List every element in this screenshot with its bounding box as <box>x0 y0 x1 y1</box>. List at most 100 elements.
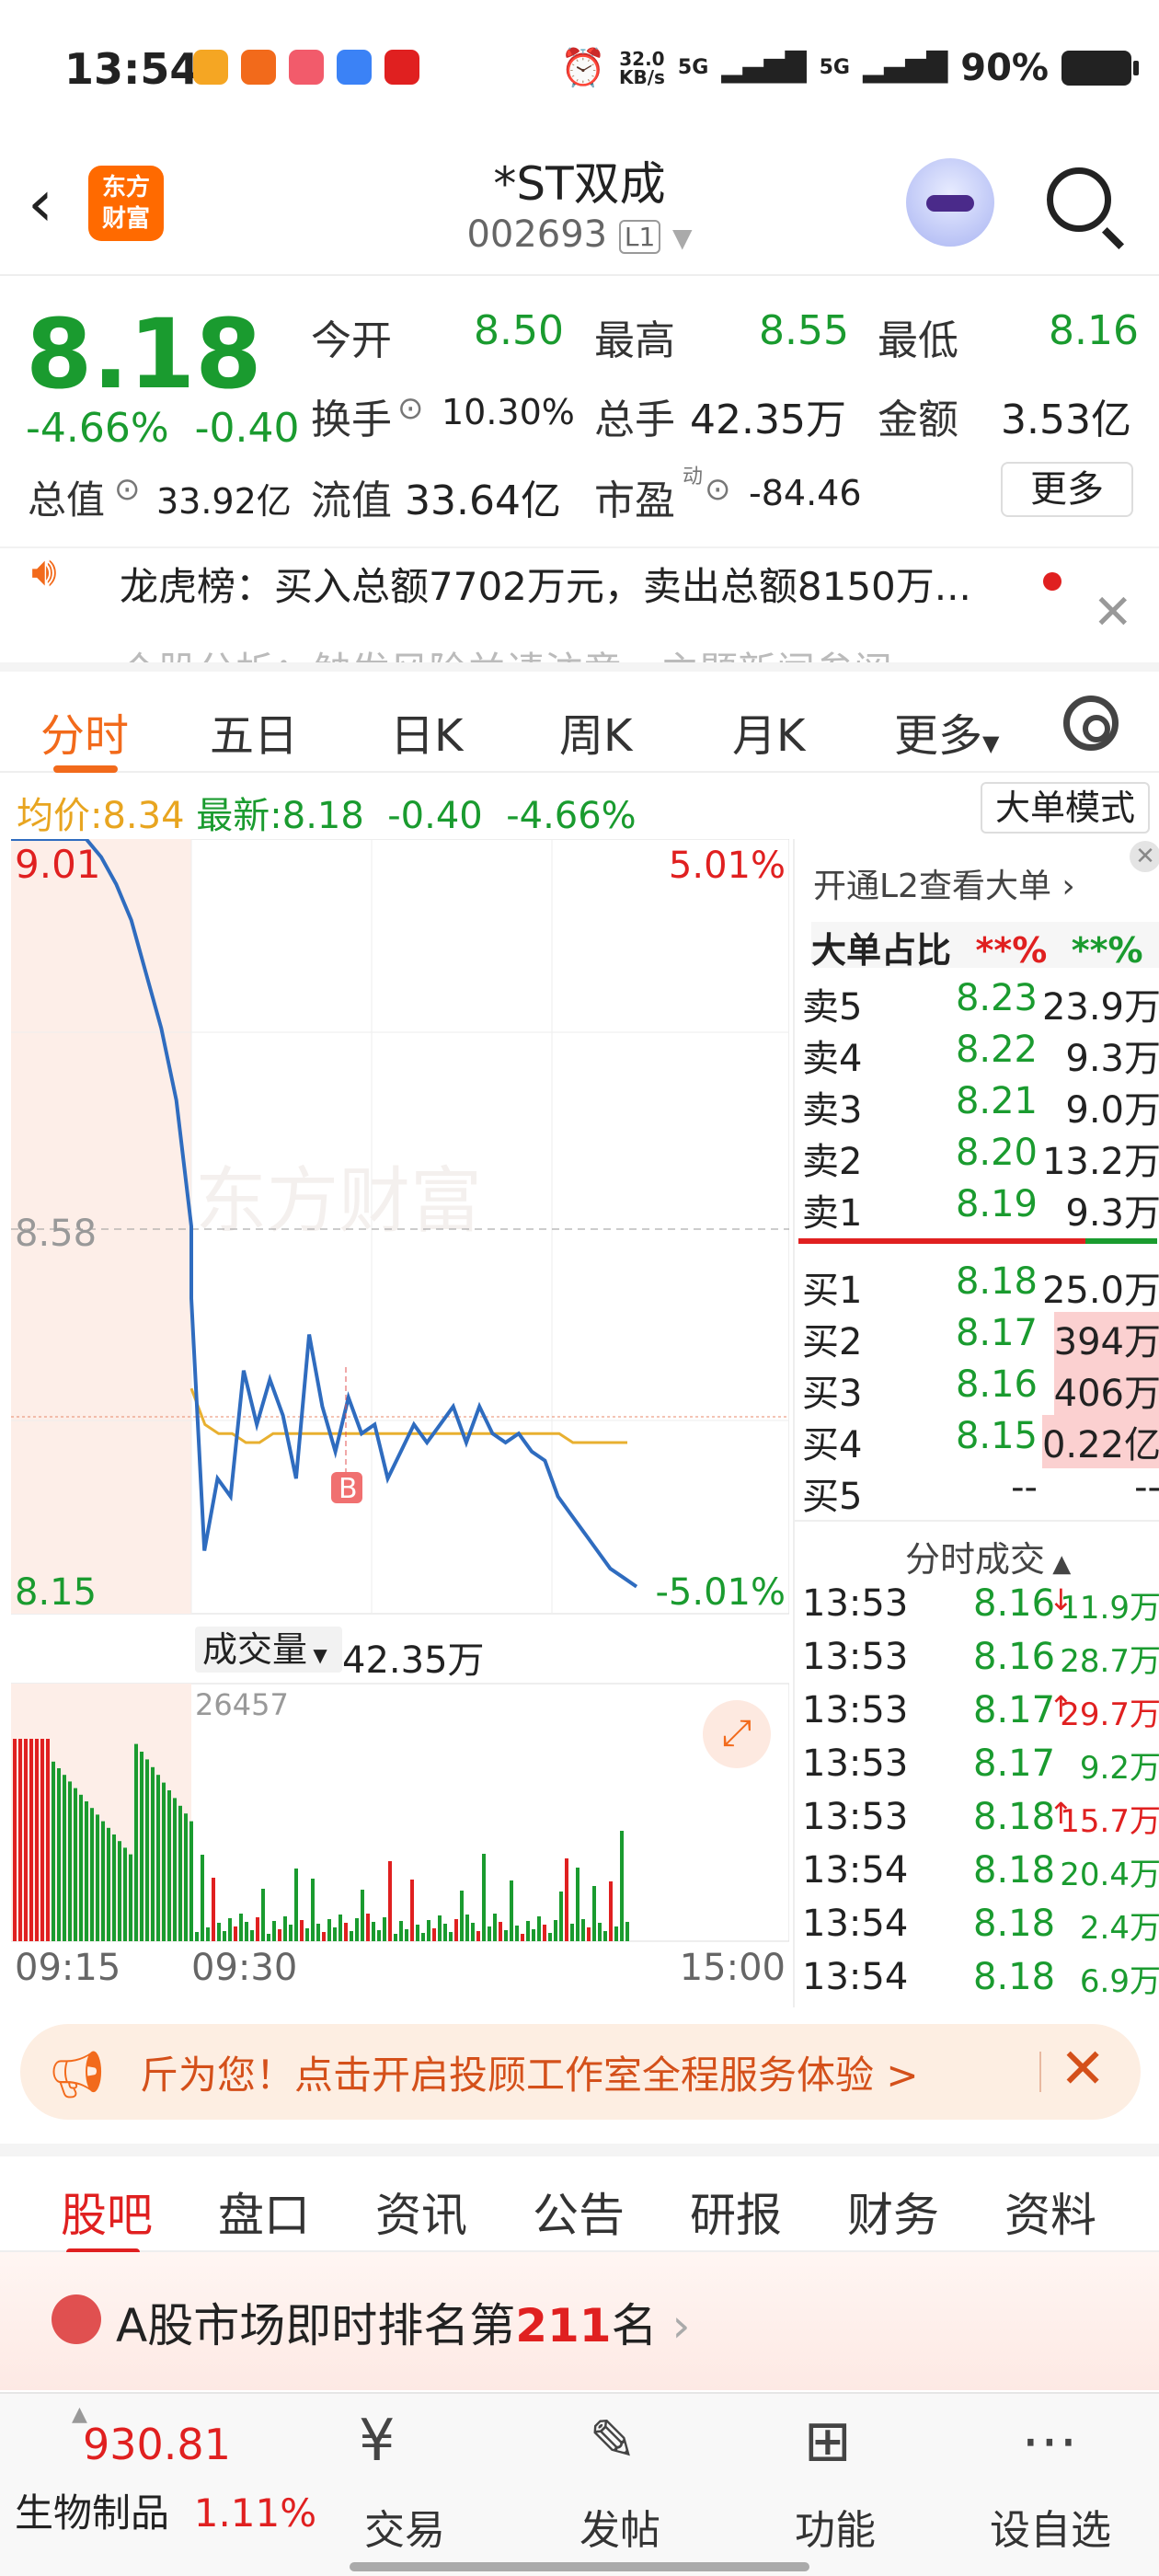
volume-bar <box>228 1918 232 1941</box>
ask-row[interactable]: 卖3 8.21 9.0万 <box>802 1080 1159 1132</box>
y-mid-label: 8.58 <box>15 1213 97 1255</box>
tab-more[interactable]: 更多▼ <box>894 699 999 764</box>
low-label: 最低 <box>878 317 958 364</box>
more-button[interactable]: 更多 <box>1001 462 1133 517</box>
volume-bar <box>344 1923 348 1941</box>
info-icon[interactable]: ⊙ <box>705 471 731 508</box>
pe-label: 市盈 <box>594 477 675 524</box>
info-icon[interactable]: ⊙ <box>114 471 141 508</box>
nav-post[interactable]: 发帖 <box>528 2497 712 2556</box>
bid-label: 买1 <box>802 1270 863 1312</box>
mktcap-value: 33.92亿 <box>156 481 292 522</box>
home-indicator[interactable] <box>350 2562 809 2571</box>
volume-bar <box>548 1933 552 1941</box>
volume-bar <box>438 1915 442 1941</box>
tab-news[interactable]: 资讯 <box>375 2179 467 2245</box>
volume-bar <box>592 1886 596 1941</box>
volume-bar <box>35 1739 39 1941</box>
volume-bar <box>499 1922 502 1941</box>
volume-bar <box>250 1930 254 1941</box>
news-ticker[interactable]: 🔊︎ 龙虎榜：买入总额7702万元，卖出总额8150万... ✕ 个股分析：触发… <box>0 546 1159 662</box>
nav-function[interactable]: 功能 <box>743 2497 927 2556</box>
nav-trade[interactable]: 交易 <box>313 2497 497 2556</box>
tab-five-day[interactable]: 五日 <box>210 699 298 764</box>
expand-icon[interactable]: ⤢ <box>703 1700 771 1768</box>
volume-bar <box>570 1924 574 1941</box>
ask-label: 卖1 <box>802 1192 863 1235</box>
bid-row[interactable]: 买1 8.18 25.0万 <box>802 1260 1159 1312</box>
bid-price: -- <box>1011 1466 1038 1509</box>
quote-panel: 8.18 -4.66% -0.40 今开 8.50 最高 8.55 最低 8.1… <box>0 278 1159 545</box>
tick-price: 8.16 <box>973 1582 1056 1625</box>
rank-text[interactable]: A股市场即时排名第211名 › <box>116 2289 690 2355</box>
tab-daily-k[interactable]: 日K <box>390 699 463 764</box>
tab-monthly-k[interactable]: 月K <box>732 699 805 764</box>
tab-intraday[interactable]: 分时 <box>40 699 129 764</box>
volume-bar <box>355 1918 359 1941</box>
rank-card[interactable]: A股市场即时排名第211名 › <box>0 2252 1159 2390</box>
volume-bar <box>140 1752 143 1941</box>
bid-row[interactable]: 买2 8.17 394万 <box>802 1312 1159 1365</box>
tab-weekly-k[interactable]: 周K <box>559 699 632 764</box>
edit-icon[interactable]: ✎ <box>589 2407 637 2474</box>
info-icon[interactable]: ⊙ <box>397 390 424 427</box>
volume-bar <box>29 1739 33 1941</box>
intraday-chart[interactable]: 东方财富 B 9.01 8.58 8.15 5.01% -5.01% 26457… <box>10 837 790 2035</box>
order-book: ✕ 开通L2查看大单 › 大单占比 **% **% 卖5 8.23 23.9万 卖4 8… <box>793 839 1159 2007</box>
volume-bar <box>134 1743 138 1941</box>
volume-bar <box>79 1794 83 1941</box>
ask-row[interactable]: 卖4 8.22 9.3万 <box>802 1029 1159 1080</box>
bid-label: 买3 <box>802 1373 863 1415</box>
ask-row[interactable]: 卖2 8.20 13.2万 <box>802 1132 1159 1183</box>
gear-icon[interactable] <box>1063 696 1119 751</box>
current-price: 8.18 <box>26 298 262 410</box>
tick-price: 8.18 <box>973 1796 1056 1838</box>
bid-price: 8.18 <box>955 1260 1038 1303</box>
sector-info[interactable]: 生物制品 1.11% <box>15 2482 316 2538</box>
volume-bar <box>432 1928 436 1941</box>
tab-finance[interactable]: 财务 <box>847 2179 939 2245</box>
more-dots-icon[interactable]: ⋯ <box>1021 2407 1078 2474</box>
tick-price: 8.16 <box>973 1636 1056 1678</box>
bid-row[interactable]: 买5 -- -- <box>802 1466 1159 1518</box>
l2-hint[interactable]: 开通L2查看大单 › <box>813 859 1075 907</box>
close-icon[interactable]: ✕ <box>1060 2037 1106 2101</box>
ask-row[interactable]: 卖5 8.23 23.9万 <box>802 977 1159 1029</box>
volume-bar <box>625 1922 629 1941</box>
volume-bar <box>40 1739 44 1941</box>
bid-row[interactable]: 买3 8.16 406万 <box>802 1363 1159 1417</box>
promo-text[interactable]: 斤为您！点击开启投顾工作室全程服务体验 > <box>140 2044 919 2100</box>
ticks-title[interactable]: 分时成交 ▲ <box>905 1531 1071 1581</box>
tab-announcements[interactable]: 公告 <box>533 2179 625 2245</box>
bid-label: 买5 <box>802 1476 863 1518</box>
bid-volume: -- <box>1134 1466 1159 1509</box>
bid-row[interactable]: 买4 8.15 0.22亿 <box>802 1415 1159 1468</box>
search-icon[interactable] <box>1047 167 1111 232</box>
volume-bar <box>129 1854 132 1941</box>
tab-research[interactable]: 研报 <box>690 2179 782 2245</box>
tick-price: 8.17 <box>973 1742 1056 1785</box>
ask-row[interactable]: 卖1 8.19 9.3万 <box>802 1183 1159 1235</box>
trade-icon[interactable]: ¥ <box>359 2407 395 2474</box>
ask-label: 卖2 <box>802 1141 863 1183</box>
big-order-mode-button[interactable]: 大单模式 <box>981 782 1150 834</box>
volume-selector[interactable]: 成交量 ▼ <box>195 1627 342 1673</box>
tab-profile[interactable]: 资料 <box>1004 2179 1096 2245</box>
tick-time: 13:53 <box>802 1582 909 1625</box>
grid-icon[interactable]: ⊞ <box>804 2407 852 2474</box>
volume-bar <box>372 1922 375 1941</box>
tick-volume: 20.4万 <box>1060 1857 1159 1893</box>
volume-bar <box>217 1923 221 1941</box>
ask-volume: 9.3万 <box>1065 1038 1159 1080</box>
sector-price[interactable]: 930.81 <box>83 2420 231 2469</box>
close-icon[interactable]: ✕ <box>1130 841 1159 872</box>
tab-orderbook[interactable]: 盘口 <box>218 2179 310 2245</box>
tab-forum[interactable]: 股吧 <box>61 2179 153 2245</box>
tick-price: 8.18 <box>973 1849 1056 1892</box>
news-line-1[interactable]: 龙虎榜：买入总额7702万元，卖出总额8150万... <box>120 556 971 612</box>
close-icon[interactable]: ✕ <box>1093 585 1133 640</box>
promo-banner[interactable]: 📢︎ 斤为您！点击开启投顾工作室全程服务体验 > ✕ <box>20 2024 1141 2120</box>
volume-bar <box>289 1925 293 1941</box>
robot-avatar[interactable] <box>906 158 994 247</box>
nav-add-watchlist[interactable]: 设自选 <box>958 2497 1142 2556</box>
